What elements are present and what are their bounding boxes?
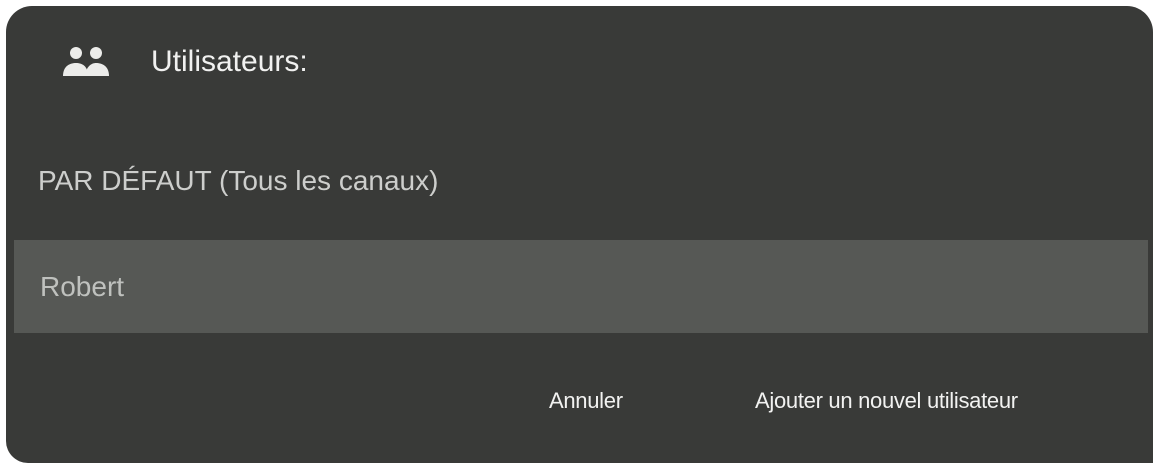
user-item-default[interactable]: PAR DÉFAUT (Tous les canaux): [14, 134, 1148, 227]
dialog-header: Utilisateurs:: [6, 6, 1153, 116]
user-item-label: Robert: [40, 270, 125, 302]
user-item-robert[interactable]: Robert: [14, 240, 1148, 333]
dialog-actions: Annuler Ajouter un nouvel utilisateur: [6, 376, 1153, 426]
dialog-title: Utilisateurs:: [151, 45, 308, 78]
cancel-button[interactable]: Annuler: [549, 376, 623, 426]
add-user-button[interactable]: Ajouter un nouvel utilisateur: [755, 376, 1018, 426]
users-dialog: Utilisateurs: PAR DÉFAUT (Tous les canau…: [6, 6, 1153, 463]
users-icon: [57, 42, 115, 80]
user-item-label: PAR DÉFAUT (Tous les canaux): [38, 164, 439, 196]
